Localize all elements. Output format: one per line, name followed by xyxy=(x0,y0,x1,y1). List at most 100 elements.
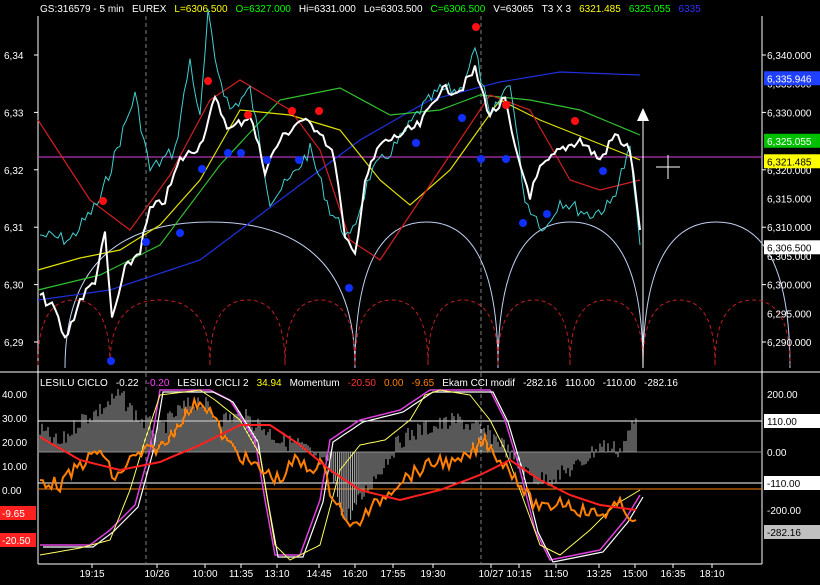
indicator-right-label: 0.00 xyxy=(767,448,787,459)
signal-dot-red xyxy=(204,77,212,85)
signal-dot-blue xyxy=(477,155,485,163)
price-right-label: 6,340.000 xyxy=(767,51,812,62)
price-badge: 6,335.946 xyxy=(764,71,820,86)
indicator-header-item: 110.00 xyxy=(565,378,595,389)
svg-text:-20.50: -20.50 xyxy=(2,536,31,547)
indicator-right-label: 200.00 xyxy=(767,390,798,401)
time-label: 19:15 xyxy=(79,569,104,580)
signal-dot-blue xyxy=(263,156,271,164)
indicator-right-label: -200.00 xyxy=(767,506,801,517)
indicator-header-item: -20.50 xyxy=(348,378,377,389)
time-axis: 19:15 10/26 10:00 11:35 13:10 14:45 16:20 17:55… xyxy=(79,564,725,580)
indicator-header-item: Momentum xyxy=(290,378,340,389)
header-item: C=6306.500 xyxy=(431,4,486,15)
signal-dot-red xyxy=(288,107,296,115)
indicator-right-badge: -110.00 xyxy=(764,476,820,490)
header-item: 6321.485 xyxy=(579,4,621,15)
signal-dot-blue xyxy=(198,165,206,173)
time-label: 10/26 xyxy=(144,569,169,580)
signal-dot-blue xyxy=(519,219,527,227)
indicator-header-item: -282.16 xyxy=(644,378,678,389)
cycle-arcs-dashed xyxy=(37,299,791,366)
price-grid xyxy=(0,16,820,565)
time-label: 11:35 xyxy=(229,569,254,580)
time-label: 10:00 xyxy=(192,569,217,580)
header-item: L=6306.500 xyxy=(174,4,228,15)
indicator-left-label: 40.00 xyxy=(2,390,27,401)
time-label: 17:55 xyxy=(380,569,405,580)
signal-dot-red xyxy=(472,23,480,31)
price-header: GS:316579 - 5 min EUREX L=6306.500 O=6327.0… xyxy=(40,4,701,15)
svg-text:6,306.500: 6,306.500 xyxy=(767,243,812,254)
signal-dot-blue xyxy=(224,149,232,157)
indicator-header: LESILU CICLO -0.22 -0.20 LESILU CICLI 2 34.9… xyxy=(40,378,678,389)
header-item: EUREX xyxy=(132,4,167,15)
price-line xyxy=(39,65,641,339)
indicator-left-label: 30.00 xyxy=(2,414,27,425)
price-axis: 6,34 6,33 6,32 6,31 6,30 6,29 6,340.000 6,330.0… xyxy=(4,51,820,349)
indicator-right-badge: 110.00 xyxy=(764,414,820,428)
time-label: 11:50 xyxy=(544,569,569,580)
signal-dot-blue xyxy=(237,149,245,157)
indicator-header-item: -0.22 xyxy=(116,378,139,389)
price-left-label: 6,34 xyxy=(4,51,24,62)
price-badge: 6,306.500 xyxy=(764,240,820,255)
indicator-header-item: Ekam CCI modif xyxy=(442,378,515,389)
price-left-label: 6,29 xyxy=(4,338,24,349)
price-right-minor-label: 6,295.000 xyxy=(767,309,812,320)
signal-dot-blue xyxy=(345,284,353,292)
signal-dot-red xyxy=(315,107,323,115)
time-label: 10/27 xyxy=(478,569,503,580)
indicator-left-badge: -9.65 xyxy=(0,506,36,520)
time-label: 13:10 xyxy=(264,569,289,580)
indicator-header-item: LESILU CICLI 2 xyxy=(177,378,249,389)
signal-dot-blue xyxy=(599,167,607,175)
price-left-label: 6,31 xyxy=(4,223,24,234)
time-label: 13:25 xyxy=(586,569,611,580)
time-label: 10:15 xyxy=(506,569,531,580)
svg-text:-110.00: -110.00 xyxy=(767,479,801,490)
indicator-header-item: -9.65 xyxy=(411,378,434,389)
price-badge: 6,325.055 xyxy=(764,133,820,148)
time-label: 16:35 xyxy=(660,569,685,580)
svg-text:6,335.946: 6,335.946 xyxy=(767,74,812,85)
cci-histogram xyxy=(39,389,637,521)
trading-chart-window[interactable]: GS:316579 - 5 min EUREX L=6306.500 O=6327.0… xyxy=(0,0,820,580)
indicator-header-item: -0.20 xyxy=(147,378,170,389)
signal-dot-red xyxy=(99,197,107,205)
time-label: 14:45 xyxy=(306,569,331,580)
signal-dot-blue xyxy=(543,210,551,218)
indicator-left-label: 10.00 xyxy=(2,462,27,473)
price-right-label: 6,290.000 xyxy=(767,338,812,349)
crosshair-cursor xyxy=(656,155,680,179)
price-left-label: 6,32 xyxy=(4,166,24,177)
time-label: 18:10 xyxy=(699,569,724,580)
header-item: V=63065 xyxy=(493,4,534,15)
signal-dot-blue xyxy=(458,114,466,122)
header-item: 6325.055 xyxy=(629,4,671,15)
svg-text:6,321.485: 6,321.485 xyxy=(767,157,812,168)
signal-dot-blue xyxy=(295,156,303,164)
signal-dot-blue xyxy=(142,238,150,246)
price-left-label: 6,33 xyxy=(4,108,24,119)
header-item: O=6327.000 xyxy=(236,4,292,15)
svg-text:110.00: 110.00 xyxy=(767,417,797,428)
indicator-left-label: 0.00 xyxy=(2,486,22,497)
price-right-label: 6,330.000 xyxy=(767,108,812,119)
header-item: GS:316579 - 5 min xyxy=(40,4,124,15)
indicator-header-item: 0.00 xyxy=(384,378,404,389)
signal-dot-blue xyxy=(502,155,510,163)
indicator-header-item: LESILU CICLO xyxy=(40,378,108,389)
time-label: 16:20 xyxy=(342,569,367,580)
price-right-label: 6,310.000 xyxy=(767,223,812,234)
chart-canvas[interactable]: GS:316579 - 5 min EUREX L=6306.500 O=6327.0… xyxy=(0,0,820,580)
header-item: Hi=6331.000 xyxy=(299,4,356,15)
header-item: T3 X 3 xyxy=(542,4,572,15)
header-item: Lo=6303.500 xyxy=(364,4,423,15)
indicator-right-badge: -282.16 xyxy=(764,525,820,539)
svg-text:-9.65: -9.65 xyxy=(2,509,25,520)
price-series xyxy=(37,9,791,369)
header-item: 6335 xyxy=(679,4,702,15)
indicator-header-item: -110.00 xyxy=(603,378,637,389)
price-right-minor-label: 6,315.000 xyxy=(767,195,812,206)
